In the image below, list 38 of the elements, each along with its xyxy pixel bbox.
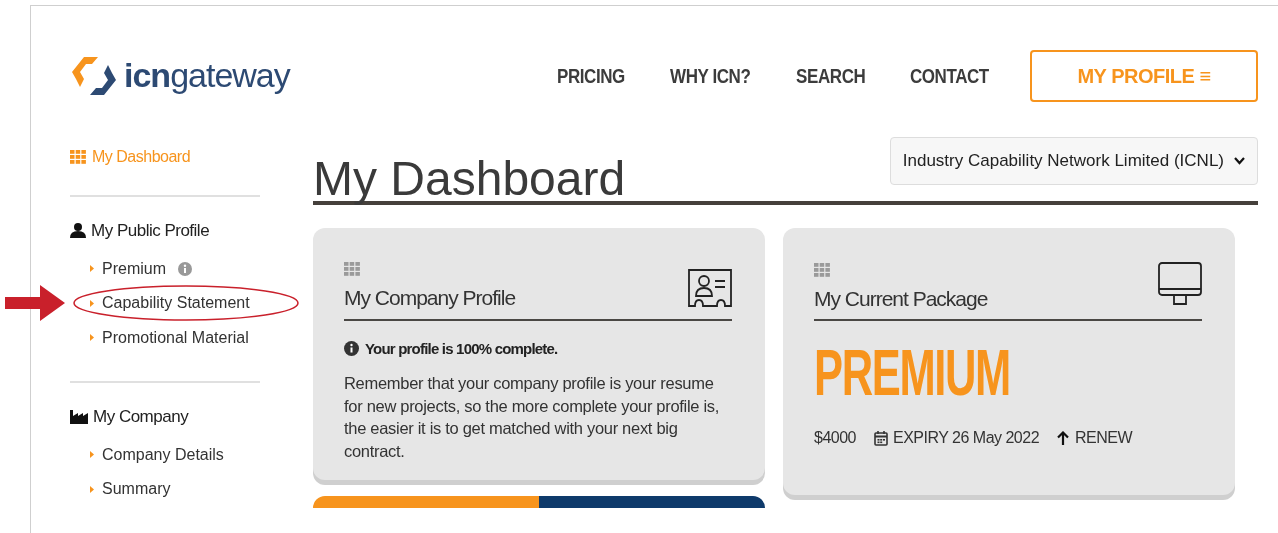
sidebar-link[interactable]: Premium (102, 256, 166, 281)
nav-link[interactable]: CONTACT (910, 60, 990, 91)
grid-icon (344, 262, 360, 276)
nav-link[interactable]: WHY ICN? (670, 60, 751, 91)
price-text: $4000 (814, 428, 856, 448)
sidebar-heading: My Company (70, 404, 260, 430)
bullet-icon (90, 265, 94, 273)
sidebar-heading: My Public Profile (70, 218, 260, 244)
nav-link[interactable]: PRICING (557, 60, 626, 91)
sidebar-link[interactable]: Company Details (102, 442, 224, 467)
card-title: My Company Profile (344, 285, 516, 311)
renew-link[interactable]: RENEW (1057, 426, 1133, 450)
chevron-down-icon (1234, 157, 1245, 165)
sidebar-link[interactable]: Summary (102, 477, 171, 502)
bullet-icon (90, 299, 94, 307)
info-icon (344, 341, 359, 357)
up-arrow-icon (1057, 431, 1070, 445)
sidebar-link[interactable]: Promotional Material (102, 325, 249, 350)
grid-icon (814, 262, 830, 277)
logo-text: icngateway (124, 55, 290, 96)
grid-icon (70, 150, 86, 164)
bullet-icon (90, 451, 94, 459)
bullet-icon (90, 485, 94, 493)
page-title: My Dashboard (313, 151, 626, 203)
id-card-icon (688, 268, 732, 307)
bullet-icon (90, 334, 94, 342)
logo[interactable]: icngateway (70, 50, 290, 101)
nav-link[interactable]: SEARCH (795, 60, 866, 91)
card-title: My Current Package (814, 285, 988, 312)
company-select[interactable]: Industry Capability Network Limited (ICNL) (889, 137, 1258, 185)
card-description: Remember that your company profile is your resume for new projects, so the more complete your profile is, the easier it is to get matched with your next big contract. (344, 373, 721, 462)
calendar-icon (874, 430, 888, 446)
expiry-text: EXPIRY 26 May 2022 (893, 428, 1040, 448)
status-text: Your profile is 100% complete. (365, 338, 558, 359)
monitor-icon (1158, 262, 1202, 306)
package-name: PREMIUM (814, 341, 1010, 405)
person-icon (70, 223, 86, 239)
factory-icon (70, 409, 88, 424)
